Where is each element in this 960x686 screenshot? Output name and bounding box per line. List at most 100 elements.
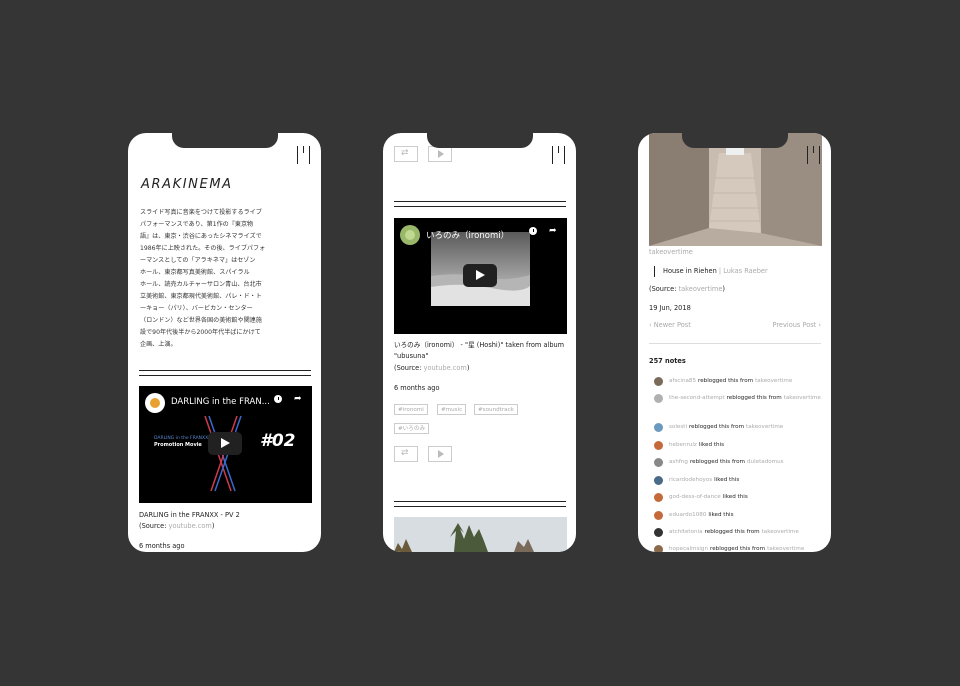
trees-photo	[394, 517, 567, 552]
note-row: the-second-attempt reblogged this from tak…	[654, 393, 824, 403]
note-avatar[interactable]	[654, 394, 663, 403]
menu-icon[interactable]	[297, 146, 311, 164]
note-user[interactable]: atchitetonia	[669, 529, 703, 535]
play-icon[interactable]	[428, 446, 452, 462]
note-target[interactable]: duletadomus	[747, 459, 784, 465]
note-avatar[interactable]	[654, 423, 663, 432]
note-action: reblogged this from	[698, 378, 754, 384]
note-text: ashfng reblogged this from duletadomus	[669, 457, 784, 467]
promo-line-2: Promotion Movie	[154, 442, 202, 448]
note-user[interactable]: ricardodehoyos	[669, 477, 712, 483]
share-icon[interactable]: ➦	[294, 395, 304, 404]
video-title[interactable]: いろのみ（ironomi）	[426, 229, 509, 241]
note-target[interactable]: takeovertime	[784, 395, 821, 401]
note-action: reblogged this from	[689, 459, 745, 465]
note-target[interactable]: takeovertime	[762, 529, 799, 535]
video-title[interactable]: DARLING in the FRAN...	[171, 397, 270, 407]
phone-screen-2: いろのみ（ironomi） ➦ いろのみ（ironomi） - "星 (Hosh…	[383, 133, 576, 552]
note-user[interactable]: hebenrulz	[669, 442, 697, 448]
note-avatar[interactable]	[654, 441, 663, 450]
note-row: atchitetonia reblogged this from takeovert…	[654, 527, 824, 537]
post-title: House in Riehen	[663, 267, 717, 275]
phone-notch	[172, 133, 278, 148]
tag-music[interactable]: #music	[437, 404, 467, 415]
note-action: liked this	[698, 442, 725, 448]
note-action: reblogged this from	[726, 395, 782, 401]
note-target[interactable]: takeovertime	[755, 378, 792, 384]
note-user[interactable]: eduardo1080	[669, 512, 706, 518]
note-avatar[interactable]	[654, 458, 663, 467]
source-close: )	[466, 364, 470, 372]
share-icon[interactable]: ➦	[549, 227, 559, 236]
note-action: liked this	[714, 477, 740, 483]
blog-description: スライド写真に音楽をつけて投影するライブ パフォーマンスであり、第1作の『東京物…	[140, 209, 266, 348]
corridor-photo	[649, 133, 822, 246]
watch-later-icon[interactable]	[274, 395, 282, 403]
note-avatar[interactable]	[654, 528, 663, 537]
post-author[interactable]: Lukas Raeber	[723, 267, 768, 275]
reblog-icon[interactable]	[394, 146, 418, 162]
note-target[interactable]: takeovertime	[746, 424, 783, 430]
tag-soundtrack[interactable]: #soundtrack	[474, 404, 518, 415]
note-user[interactable]: hopecalmsign	[669, 546, 708, 552]
note-action: reblogged this from	[710, 546, 766, 552]
source-link[interactable]: youtube.com	[424, 364, 467, 372]
source-close: )	[211, 522, 215, 530]
menu-icon[interactable]	[552, 146, 566, 164]
watch-later-icon[interactable]	[529, 227, 537, 235]
source-label: (Source:	[394, 364, 424, 372]
post-divider	[394, 501, 566, 507]
source-label: (Source:	[139, 522, 169, 530]
reblog-icon[interactable]	[394, 446, 418, 462]
blog-title[interactable]: ARAKINEMA	[141, 177, 233, 192]
note-user[interactable]: ashfng	[669, 459, 688, 465]
post-time[interactable]: 6 months ago	[139, 542, 184, 550]
note-target[interactable]: takeovertime	[767, 546, 804, 552]
note-text: hebenrulz liked this	[669, 440, 724, 450]
note-avatar[interactable]	[654, 545, 663, 552]
source-link[interactable]: youtube.com	[169, 522, 212, 530]
tag-ironomi[interactable]: #ironomi	[394, 404, 428, 415]
previous-post-link[interactable]: Previous Post ›	[773, 321, 822, 329]
note-user[interactable]: the-second-attempt	[669, 395, 725, 401]
post-quote: House in Riehen | Lukas Raeber	[654, 266, 768, 277]
note-text: god-dess-of-dance liked this	[669, 492, 748, 502]
note-text: hopecalmsign reblogged this from takeovert…	[669, 544, 804, 552]
tag-ironomi-jp[interactable]: #いろのみ	[394, 423, 430, 434]
play-icon[interactable]	[428, 146, 452, 162]
reblog-username[interactable]: takeovertime	[649, 248, 693, 256]
note-user[interactable]: solesti	[669, 424, 687, 430]
note-action: liked this	[722, 494, 748, 500]
note-avatar[interactable]	[654, 377, 663, 386]
note-avatar[interactable]	[654, 511, 663, 520]
menu-icon[interactable]	[807, 146, 821, 164]
video-embed[interactable]: DARLING in the FRAN... ➦ DARLING in the …	[139, 386, 312, 503]
note-action: reblogged this from	[704, 529, 760, 535]
play-button[interactable]	[463, 264, 497, 287]
source-link[interactable]: takeovertime	[679, 285, 723, 293]
post-date[interactable]: 19 Jun, 2018	[649, 304, 691, 312]
note-user[interactable]: god-dess-of-dance	[669, 494, 721, 500]
note-avatar[interactable]	[654, 493, 663, 502]
note-text: afscina85 reblogged this from takeovertime	[669, 376, 792, 386]
post-photo[interactable]	[394, 517, 567, 552]
phone-screen-1: ARAKINEMA スライド写真に音楽をつけて投影するライブ パフォーマンスであ…	[128, 133, 321, 552]
note-row: ashfng reblogged this from duletadomus	[654, 457, 824, 467]
post-time[interactable]: 6 months ago	[394, 384, 439, 392]
note-text: the-second-attempt reblogged this from tak…	[669, 393, 821, 403]
phone-notch	[427, 133, 533, 148]
post-photo[interactable]	[649, 133, 822, 246]
note-user[interactable]: afscina85	[669, 378, 696, 384]
note-avatar[interactable]	[654, 476, 663, 485]
newer-post-link[interactable]: ‹ Newer Post	[649, 321, 691, 329]
channel-avatar[interactable]	[400, 225, 420, 245]
play-button[interactable]	[208, 432, 242, 455]
notes-count[interactable]: 257 notes	[649, 357, 686, 365]
video-caption: いろのみ（ironomi） - "星 (Hoshi)" taken from a…	[394, 341, 565, 360]
note-text: solesti reblogged this from takeovertime	[669, 422, 783, 432]
post-divider	[394, 201, 566, 207]
channel-avatar[interactable]	[145, 393, 165, 413]
note-text: eduardo1080 liked this	[669, 510, 734, 520]
video-embed[interactable]: いろのみ（ironomi） ➦	[394, 218, 567, 334]
note-text: ricardodehoyos liked this	[669, 475, 739, 485]
